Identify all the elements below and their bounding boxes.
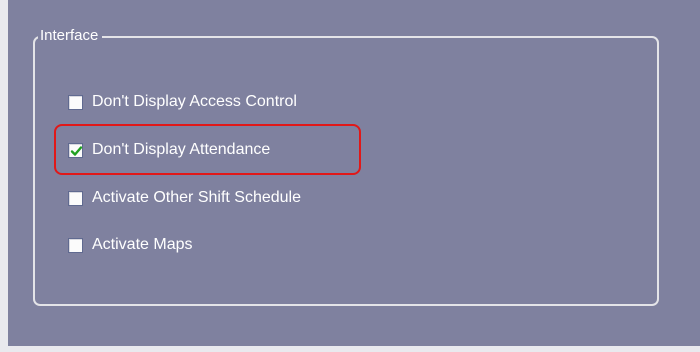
checkbox-dont-display-access-control[interactable]	[68, 94, 83, 110]
option-activate-other-shift-schedule[interactable]: Activate Other Shift Schedule	[68, 187, 301, 209]
window-frame-bottom	[0, 346, 700, 352]
highlight-annotation	[54, 124, 361, 175]
option-label: Activate Maps	[92, 236, 193, 253]
window-frame-left	[0, 0, 8, 352]
option-dont-display-access-control[interactable]: Don't Display Access Control	[68, 91, 297, 113]
checkbox-activate-other-shift-schedule[interactable]	[68, 190, 83, 206]
checkbox-activate-maps[interactable]	[68, 237, 83, 253]
option-label: Activate Other Shift Schedule	[92, 189, 301, 206]
option-label: Don't Display Access Control	[92, 93, 297, 110]
option-activate-maps[interactable]: Activate Maps	[68, 234, 192, 256]
groupbox-legend: Interface	[38, 27, 103, 45]
